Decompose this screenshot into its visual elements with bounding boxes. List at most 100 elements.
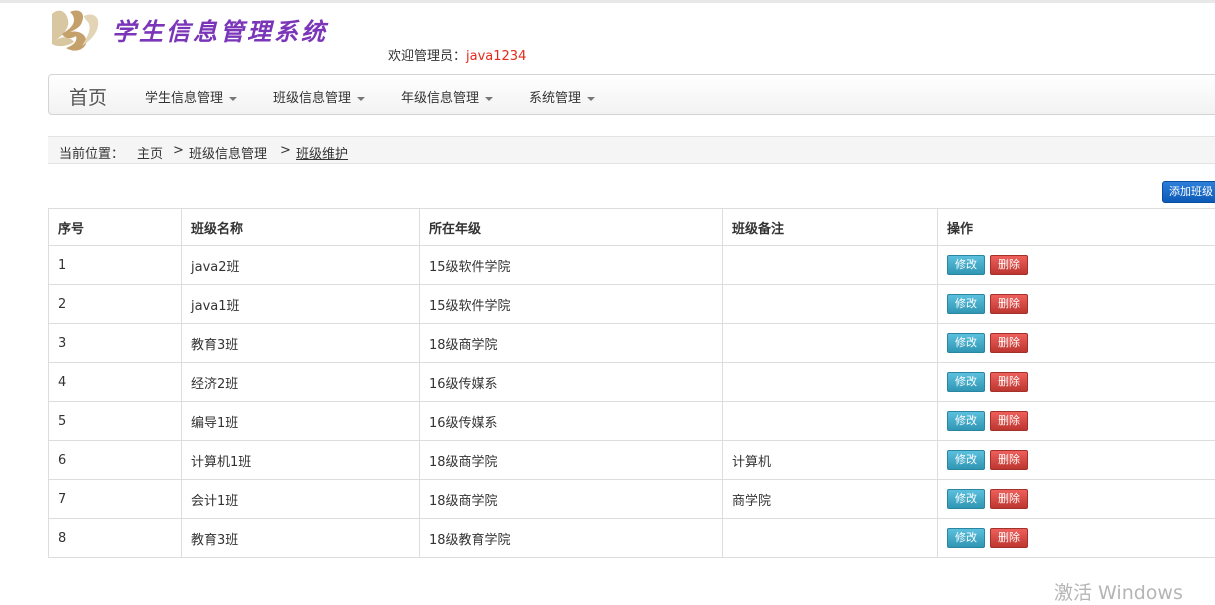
breadcrumb-section-link[interactable]: 班级信息管理: [189, 143, 267, 162]
cell-remark: 计算机: [723, 441, 938, 480]
cell-grade: 16级传媒系: [420, 402, 723, 441]
caret-down-icon: [229, 97, 237, 101]
cell-class-name: 教育3班: [182, 519, 420, 558]
table-row: 8教育3班18级教育学院 修改删除: [49, 519, 1215, 558]
welcome-message: 欢迎管理员：java1234: [388, 45, 526, 64]
cell-index: 6: [49, 441, 182, 480]
cell-remark: [723, 519, 938, 558]
table-body: 1java2班15级软件学院修改删除2java1班15级软件学院修改删除3教育3…: [49, 246, 1215, 558]
edit-button[interactable]: 修改: [947, 372, 985, 392]
class-table: 序号 班级名称 所在年级 班级备注 操作 1java2班15级软件学院修改删除2…: [48, 208, 1215, 558]
cell-grade: 15级软件学院: [420, 246, 723, 285]
nav-student-management[interactable]: 学生信息管理: [145, 87, 237, 106]
table-header-row: 序号 班级名称 所在年级 班级备注 操作: [49, 209, 1215, 246]
cell-index: 2: [49, 285, 182, 324]
nav-item-label: 学生信息管理: [145, 91, 223, 106]
breadcrumb-home-link[interactable]: 主页: [137, 143, 163, 162]
cell-grade: 18级教育学院: [420, 519, 723, 558]
edit-button[interactable]: 修改: [947, 294, 985, 314]
site-title: 学生信息管理系统: [112, 12, 328, 47]
cell-remark: [723, 363, 938, 402]
caret-down-icon: [485, 97, 493, 101]
cell-index: 1: [49, 246, 182, 285]
ys-logo-icon: [48, 6, 104, 54]
delete-button[interactable]: 删除: [990, 372, 1028, 392]
cell-index: 5: [49, 402, 182, 441]
cell-remark: [723, 246, 938, 285]
column-header-actions: 操作: [938, 209, 1215, 246]
cell-grade: 18级商学院: [420, 480, 723, 519]
cell-class-name: 编导1班: [182, 402, 420, 441]
nav-grade-management[interactable]: 年级信息管理: [401, 87, 493, 106]
delete-button[interactable]: 删除: [990, 333, 1028, 353]
cell-actions: 修改删除: [938, 480, 1215, 519]
table-row: 6计算机1班18级商学院计算机修改删除: [49, 441, 1215, 480]
cell-remark: [723, 324, 938, 363]
breadcrumb-separator: >: [173, 143, 184, 158]
column-header-grade: 所在年级: [420, 209, 723, 246]
breadcrumb: 当前位置： 主页 > 班级信息管理 > 班级维护: [48, 136, 1215, 164]
cell-class-name: 经济2班: [182, 363, 420, 402]
nav-class-management[interactable]: 班级信息管理: [273, 87, 365, 106]
cell-index: 3: [49, 324, 182, 363]
nav-home-link[interactable]: 首页: [69, 83, 107, 110]
cell-grade: 15级软件学院: [420, 285, 723, 324]
nav-system-management[interactable]: 系统管理: [529, 87, 595, 106]
edit-button[interactable]: 修改: [947, 489, 985, 509]
column-header-class-name: 班级名称: [182, 209, 420, 246]
edit-button[interactable]: 修改: [947, 528, 985, 548]
column-header-remark: 班级备注: [723, 209, 938, 246]
caret-down-icon: [357, 97, 365, 101]
cell-index: 7: [49, 480, 182, 519]
cell-class-name: 教育3班: [182, 324, 420, 363]
username: java1234: [466, 49, 526, 64]
caret-down-icon: [587, 97, 595, 101]
nav-item-label: 系统管理: [529, 91, 581, 106]
cell-grade: 18级商学院: [420, 324, 723, 363]
cell-index: 8: [49, 519, 182, 558]
main-navbar: 首页 学生信息管理 班级信息管理 年级信息管理 系统管理: [48, 74, 1215, 115]
nav-item-label: 班级信息管理: [273, 91, 351, 106]
cell-actions: 修改删除: [938, 519, 1215, 558]
breadcrumb-current-link[interactable]: 班级维护: [296, 143, 348, 162]
column-header-index: 序号: [49, 209, 182, 246]
table-row: 1java2班15级软件学院 修改删除: [49, 246, 1215, 285]
cell-actions: 修改删除: [938, 324, 1215, 363]
top-border: [0, 0, 1215, 3]
cell-class-name: 计算机1班: [182, 441, 420, 480]
cell-class-name: java1班: [182, 285, 420, 324]
welcome-label: 欢迎管理员：: [388, 49, 466, 64]
delete-button[interactable]: 删除: [990, 411, 1028, 431]
cell-index: 4: [49, 363, 182, 402]
cell-grade: 16级传媒系: [420, 363, 723, 402]
edit-button[interactable]: 修改: [947, 255, 985, 275]
cell-class-name: java2班: [182, 246, 420, 285]
cell-class-name: 会计1班: [182, 480, 420, 519]
nav-item-label: 年级信息管理: [401, 91, 479, 106]
delete-button[interactable]: 删除: [990, 255, 1028, 275]
cell-actions: 修改删除: [938, 363, 1215, 402]
table-row: 5编导1班16级传媒系 修改删除: [49, 402, 1215, 441]
delete-button[interactable]: 删除: [990, 294, 1028, 314]
edit-button[interactable]: 修改: [947, 333, 985, 353]
delete-button[interactable]: 删除: [990, 450, 1028, 470]
delete-button[interactable]: 删除: [990, 528, 1028, 548]
cell-remark: [723, 402, 938, 441]
cell-actions: 修改删除: [938, 402, 1215, 441]
add-class-button[interactable]: 添加班级: [1162, 181, 1215, 203]
cell-grade: 18级商学院: [420, 441, 723, 480]
delete-button[interactable]: 删除: [990, 489, 1028, 509]
cell-remark: [723, 285, 938, 324]
table-row: 7会计1班18级商学院商学院修改删除: [49, 480, 1215, 519]
table-row: 4经济2班16级传媒系 修改删除: [49, 363, 1215, 402]
windows-activation-watermark: 激活 Windows: [1054, 578, 1183, 605]
table-row: 2java1班15级软件学院 修改删除: [49, 285, 1215, 324]
edit-button[interactable]: 修改: [947, 411, 985, 431]
cell-actions: 修改删除: [938, 246, 1215, 285]
table-row: 3教育3班18级商学院 修改删除: [49, 324, 1215, 363]
breadcrumb-separator: >: [280, 143, 291, 158]
breadcrumb-label: 当前位置：: [59, 143, 124, 162]
cell-remark: 商学院: [723, 480, 938, 519]
edit-button[interactable]: 修改: [947, 450, 985, 470]
cell-actions: 修改删除: [938, 441, 1215, 480]
